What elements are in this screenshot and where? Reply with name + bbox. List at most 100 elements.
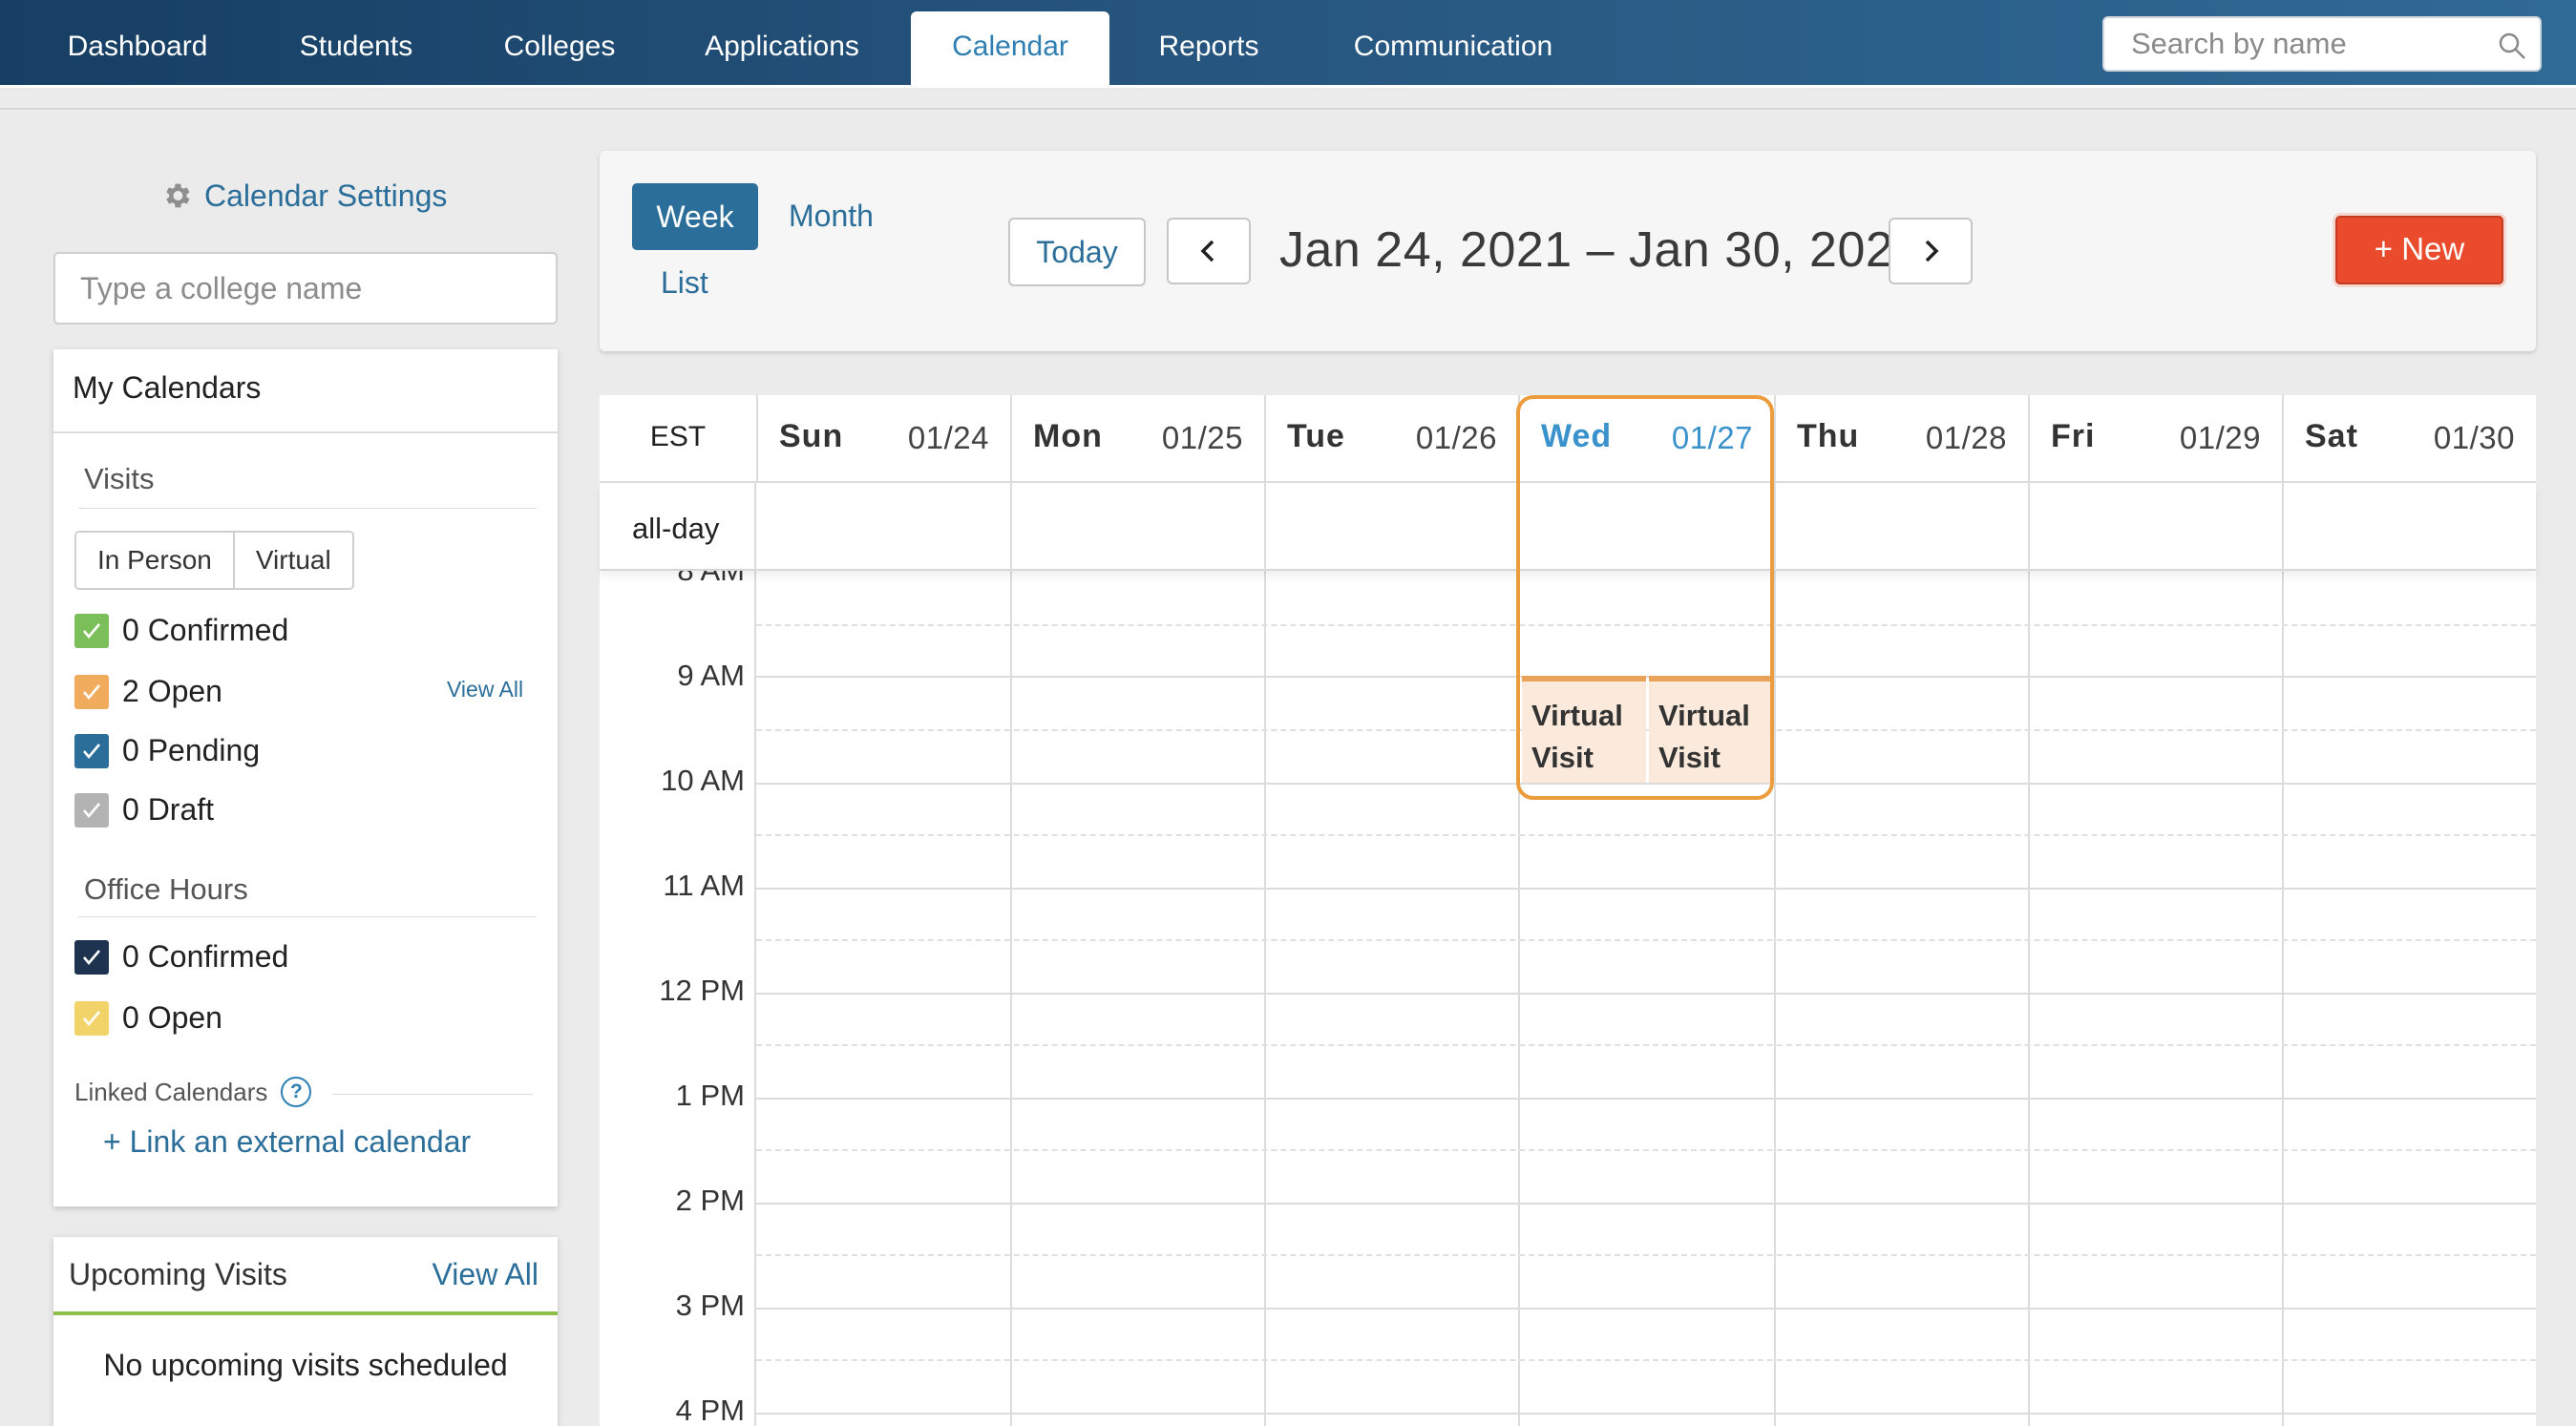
chevron-left-icon [1200,240,1214,262]
time-label: 11 AM [663,869,745,902]
next-week-button[interactable] [1889,218,1973,284]
today-button[interactable]: Today [1008,218,1146,286]
sub-bar [0,91,2576,110]
tab-colleges[interactable]: Colleges [477,11,642,88]
office-confirmed-filter[interactable]: 0 Confirmed [74,939,288,975]
time-label: 1 PM [675,1079,745,1112]
day-name: Sun [779,418,844,454]
grid-line [2282,571,2284,1426]
virtual-toggle[interactable]: Virtual [232,533,352,588]
tab-applications[interactable]: Applications [680,11,884,88]
time-label: 3 PM [675,1289,745,1322]
day-name: Tue [1287,418,1345,454]
help-icon[interactable]: ? [281,1077,312,1107]
my-calendars-panel: My Calendars Visits In Person Virtual 0 … [53,349,558,1206]
calendar-settings-label: Calendar Settings [204,178,448,213]
tab-calendar[interactable]: Calendar [911,11,1109,88]
day-header-sat[interactable]: Sat 01/30 [2282,395,2536,483]
visit-confirmed-filter[interactable]: 0 Confirmed [74,613,288,648]
calendar-settings-link[interactable]: Calendar Settings [160,175,447,217]
visit-draft-filter[interactable]: 0 Draft [74,792,214,828]
day-header-sun[interactable]: Sun 01/24 [756,395,1010,483]
link-external-calendar-link[interactable]: + Link an external calendar [103,1124,471,1160]
checkbox-checked-icon[interactable] [74,792,109,828]
time-label: 4 PM [675,1394,745,1426]
day-date: 01/26 [1415,420,1497,455]
visit-pending-label: 0 Pending [122,733,261,767]
divider [78,916,537,917]
time-label: 9 AM [677,659,745,692]
hour-line [756,1203,2536,1205]
checkbox-checked-icon[interactable] [74,939,109,975]
day-name: Sat [2305,418,2358,454]
grid-line [1010,571,1012,1426]
day-name: Fri [2051,418,2096,454]
hour-line [756,993,2536,995]
search-icon[interactable] [2498,31,2526,60]
day-header-thu[interactable]: Thu 01/28 [1774,395,2028,483]
day-header-tue[interactable]: Tue 01/26 [1264,395,1518,483]
checkbox-checked-icon[interactable] [74,733,109,768]
grid-line [754,571,756,1426]
tab-communication[interactable]: Communication [1333,11,1573,88]
time-label: 2 PM [675,1184,745,1217]
half-hour-line [756,1149,2536,1151]
day-date: 01/28 [1925,420,2007,455]
day-date: 01/29 [2179,420,2261,455]
day-header-mon[interactable]: Mon 01/25 [1010,395,1264,483]
linked-calendars: Linked Calendars ? [74,1077,312,1107]
linked-calendars-label: Linked Calendars [74,1077,268,1106]
upcoming-view-all-link[interactable]: View All [433,1257,538,1292]
hour-line [756,1413,2536,1415]
previous-week-button[interactable] [1167,218,1251,284]
checkbox-checked-icon[interactable] [74,613,109,648]
all-day-label: all-day [632,512,720,545]
list-view-link[interactable]: List [661,265,708,301]
tab-students[interactable]: Students [275,11,437,88]
half-hour-line [756,939,2536,941]
day-date: 01/25 [1161,420,1243,455]
day-name: Thu [1797,418,1860,454]
office-hours-label: Office Hours [84,872,248,906]
week-view-button[interactable]: Week [632,183,758,250]
date-range-title: Jan 24, 2021 – Jan 30, 2021 [1279,222,1922,278]
month-view-link[interactable]: Month [789,199,874,234]
time-label: 10 AM [661,764,745,797]
time-label: 12 PM [659,974,745,1007]
tab-dashboard[interactable]: Dashboard [38,11,237,88]
timezone-label: EST [649,421,707,452]
in-person-toggle[interactable]: In Person [76,533,233,588]
visit-type-toggle: In Person Virtual [74,531,354,590]
top-navigation: Dashboard Students Colleges Applications… [0,0,2576,88]
visit-open-filter[interactable]: 2 Open [74,674,222,709]
upcoming-visits-title: Upcoming Visits [69,1256,287,1291]
tab-reports[interactable]: Reports [1134,11,1283,88]
chevron-right-icon [1925,240,1939,262]
day-header-fri[interactable]: Fri 01/29 [2028,395,2282,483]
day-name: Mon [1033,418,1103,454]
divider [332,1094,533,1095]
half-hour-line [756,834,2536,836]
grid-line [1264,571,1266,1426]
half-hour-line [756,1254,2536,1256]
new-event-button[interactable]: + New [2335,216,2503,284]
visit-confirmed-label: 0 Confirmed [122,613,289,647]
checkbox-checked-icon[interactable] [74,1000,109,1036]
gear-icon [166,183,190,208]
grid-line [2028,483,2030,571]
grid-line [1264,483,1266,571]
grid-line [1774,483,1776,571]
visit-pending-filter[interactable]: 0 Pending [74,733,260,768]
search-input[interactable] [2131,18,2494,70]
grid-line [1774,571,1776,1426]
hour-line [756,888,2536,890]
hour-line [756,1098,2536,1100]
view-all-open-link[interactable]: View All [447,677,523,703]
calendar-toolbar: Week Month List Today Jan 24, 2021 – Jan… [600,151,2536,351]
checkbox-checked-icon[interactable] [74,674,109,709]
office-open-filter[interactable]: 0 Open [74,1000,222,1036]
college-name-input[interactable] [53,252,558,325]
search-box [2102,16,2542,72]
visit-draft-label: 0 Draft [122,792,215,827]
grid-line [2282,483,2284,571]
